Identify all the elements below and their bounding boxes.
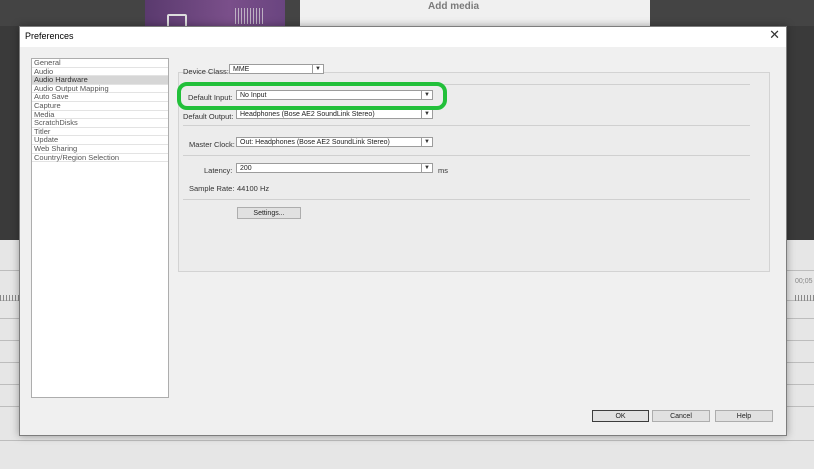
device-class-value: MME [233, 66, 250, 73]
device-class-label: Device Class: [183, 67, 229, 76]
default-output-label: Default Output: [183, 112, 234, 121]
category-scratchdisks[interactable]: ScratchDisks [32, 119, 168, 128]
highlight-annotation [177, 82, 447, 110]
chevron-down-icon: ▼ [312, 65, 323, 73]
close-icon[interactable]: ✕ [769, 28, 780, 44]
latency-dropdown[interactable]: 200 ▼ [236, 163, 433, 173]
add-media-panel[interactable]: Add media [300, 0, 650, 26]
settings-button[interactable]: Settings... [237, 207, 301, 219]
latency-label: Latency: [204, 166, 233, 175]
separator [183, 155, 750, 156]
master-clock-dropdown[interactable]: Out: Headphones (Bose AE2 SoundLink Ster… [236, 137, 433, 147]
dialog-title-bar[interactable]: Preferences ✕ [20, 27, 786, 47]
timeline-divider [0, 440, 814, 441]
timecode-label: 00;05 [795, 278, 813, 285]
cancel-button[interactable]: Cancel [652, 410, 710, 422]
chevron-down-icon: ▼ [421, 110, 432, 118]
waveform-icon [235, 8, 265, 24]
add-media-label[interactable]: Add media [428, 1, 479, 12]
dialog-title: Preferences [25, 31, 74, 41]
master-clock-value: Out: Headphones (Bose AE2 SoundLink Ster… [240, 139, 390, 146]
media-thumbnail[interactable] [145, 0, 285, 28]
category-country-region-selection[interactable]: Country/Region Selection [32, 153, 168, 163]
default-output-value: Headphones (Bose AE2 SoundLink Stereo) [240, 111, 375, 118]
device-class-dropdown[interactable]: MME ▼ [229, 64, 324, 74]
sample-rate-value: 44100 Hz [237, 184, 270, 193]
timeline-ruler [0, 295, 20, 301]
chevron-down-icon: ▼ [421, 164, 432, 172]
latency-unit: ms [438, 166, 448, 175]
timeline-ruler [795, 295, 814, 301]
separator [183, 125, 750, 126]
sample-rate-label: Sample Rate: [189, 184, 235, 193]
master-clock-label: Master Clock: [189, 140, 235, 149]
latency-value: 200 [240, 165, 252, 172]
chevron-down-icon: ▼ [421, 138, 432, 146]
category-list: General Audio Audio Hardware Audio Outpu… [31, 58, 169, 398]
help-button[interactable]: Help [715, 410, 773, 422]
ok-button[interactable]: OK [592, 410, 649, 422]
separator [183, 199, 750, 200]
default-output-dropdown[interactable]: Headphones (Bose AE2 SoundLink Stereo) ▼ [236, 109, 433, 119]
